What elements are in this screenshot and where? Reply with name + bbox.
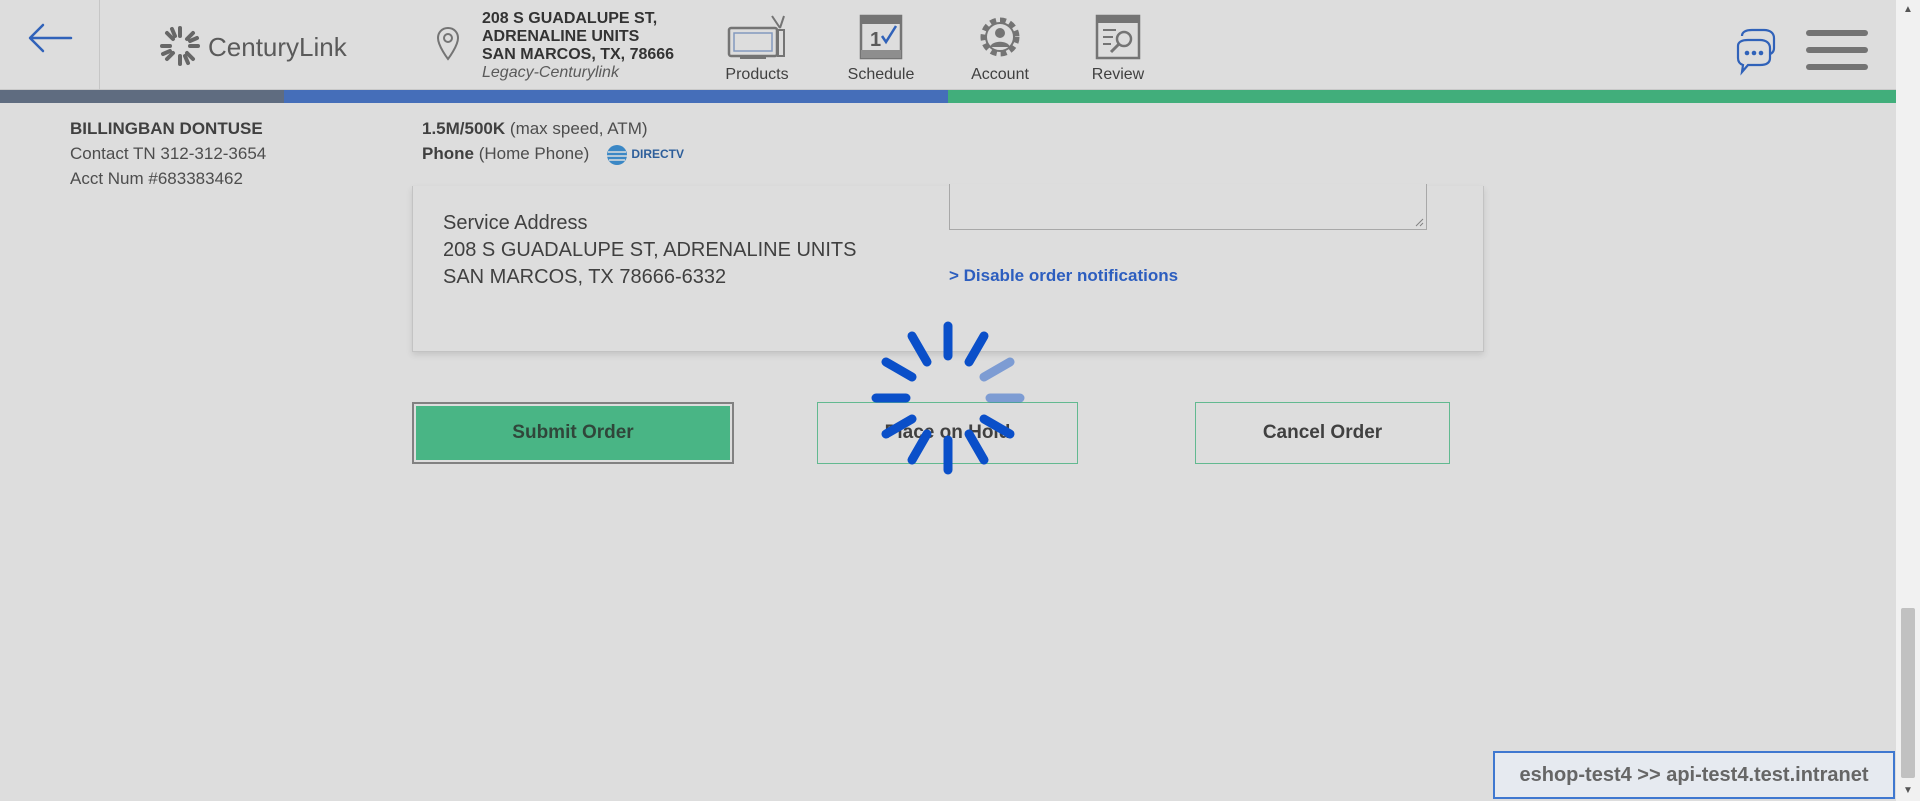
environment-badge: eshop-test4 >> api-test4.test.intranet: [1493, 751, 1895, 799]
loading-overlay: [0, 0, 1896, 801]
vertical-scrollbar[interactable]: ▲ ▼: [1896, 0, 1920, 801]
scroll-down-arrow-icon[interactable]: ▼: [1896, 781, 1920, 801]
scroll-thumb[interactable]: [1901, 608, 1915, 778]
loading-spinner-icon: [871, 321, 1025, 475]
scroll-up-arrow-icon[interactable]: ▲: [1896, 0, 1920, 20]
